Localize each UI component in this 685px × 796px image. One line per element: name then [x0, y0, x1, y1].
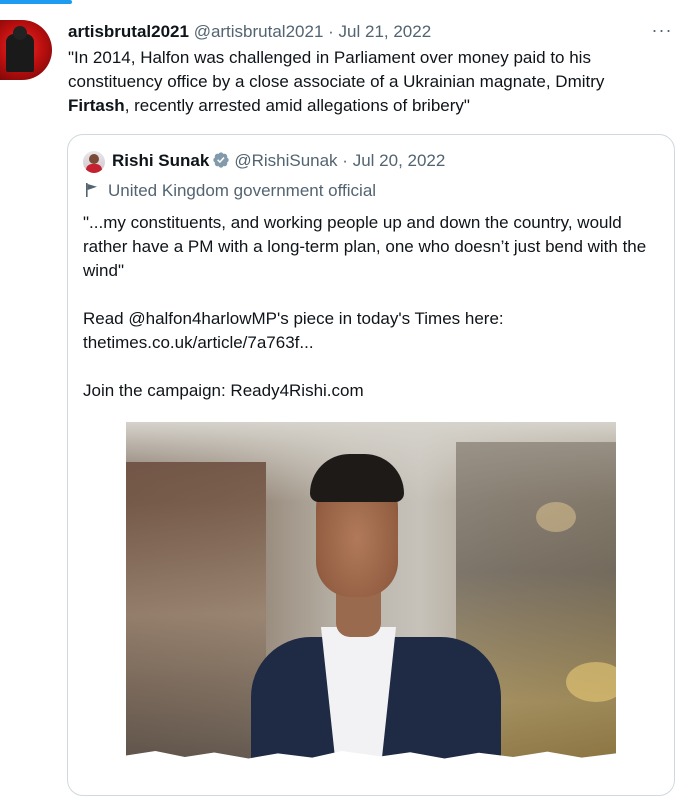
- tweet-header: artisbrutal2021 @artisbrutal2021 · Jul 2…: [68, 22, 648, 44]
- tweet-text: "In 2014, Halfon was challenged in Parli…: [68, 48, 605, 115]
- quoted-avatar[interactable]: [83, 151, 105, 173]
- quoted-tweet[interactable]: Rishi Sunak @RishiSunak · Jul 20, 2022 Un…: [67, 134, 675, 796]
- quoted-paragraph: "...my constituents, and working people …: [83, 213, 647, 280]
- bold-text: Firtash: [68, 96, 125, 115]
- avatar[interactable]: [0, 20, 52, 80]
- separator: ·: [342, 151, 348, 170]
- separator: ·: [328, 22, 334, 41]
- quoted-date[interactable]: Jul 20, 2022: [353, 151, 446, 170]
- tweet[interactable]: artisbrutal2021 @artisbrutal2021 · Jul 2…: [0, 4, 685, 796]
- affiliation-label: United Kingdom government official: [108, 181, 377, 200]
- more-icon[interactable]: ···: [648, 21, 676, 44]
- tweet-date[interactable]: Jul 21, 2022: [339, 22, 432, 41]
- flag-icon: [86, 183, 97, 197]
- verified-badge-icon: [213, 152, 229, 168]
- quoted-header: Rishi Sunak @RishiSunak · Jul 20, 2022: [112, 151, 445, 173]
- author-name[interactable]: artisbrutal2021: [68, 22, 189, 41]
- quoted-paragraph: Join the campaign: Ready4Rishi.com: [83, 381, 364, 400]
- article-link[interactable]: thetimes.co.uk/article/7a763f...: [83, 331, 658, 355]
- quoted-text: "...my constituents, and working people …: [83, 211, 658, 403]
- author-handle[interactable]: @artisbrutal2021: [194, 22, 324, 41]
- quoted-photo[interactable]: [126, 422, 616, 767]
- affiliation: United Kingdom government official: [84, 181, 376, 201]
- quoted-author-name[interactable]: Rishi Sunak: [112, 151, 209, 170]
- quoted-handle[interactable]: @RishiSunak: [234, 151, 337, 170]
- quoted-paragraph: Read @halfon4harlowMP's piece in today's…: [83, 309, 504, 328]
